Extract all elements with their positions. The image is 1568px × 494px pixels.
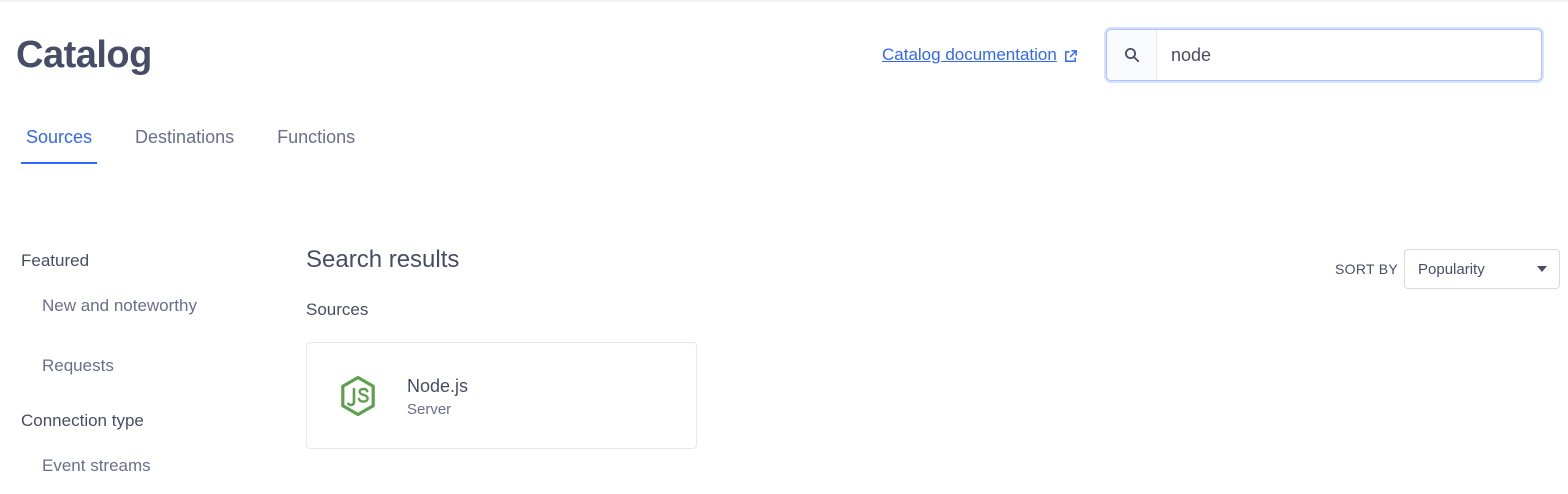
source-card-nodejs[interactable]: Node.js Server [306, 342, 697, 449]
sidebar-item-requests[interactable]: Requests [42, 356, 114, 376]
top-divider [0, 0, 1568, 2]
sidebar-heading-featured: Featured [21, 251, 90, 270]
search-icon [1124, 48, 1139, 63]
sidebar-item-new-and-noteworthy[interactable]: New and noteworthy [42, 296, 197, 316]
nodejs-icon [341, 375, 375, 417]
source-card-category: Server [407, 401, 452, 418]
catalog-documentation-link[interactable]: Catalog documentation [882, 45, 1078, 65]
doc-link-label: Catalog documentation [882, 45, 1057, 64]
external-link-icon [1064, 50, 1077, 62]
tab-functions[interactable]: Functions [272, 114, 360, 164]
results-section-label: Sources [306, 300, 369, 319]
caret-down-icon [1537, 266, 1547, 272]
search-box [1106, 29, 1542, 81]
source-card-name: Node.js [407, 376, 469, 396]
tab-sources[interactable]: Sources [21, 114, 98, 164]
page-title: Catalog [16, 34, 152, 76]
search-results-title: Search results [306, 246, 460, 273]
search-icon-box [1107, 30, 1157, 80]
sort-select[interactable]: Popularity [1404, 249, 1560, 289]
catalog-tabs: Sources Destinations Functions [21, 114, 393, 164]
sidebar-item-event-streams[interactable]: Event streams [42, 456, 151, 476]
sort-select-value: Popularity [1418, 260, 1485, 278]
tab-destinations[interactable]: Destinations [130, 114, 239, 164]
search-input[interactable] [1157, 30, 1541, 80]
sidebar-heading-connection-type: Connection type [21, 411, 144, 430]
sort-by-label: SORT BY [1335, 261, 1399, 277]
